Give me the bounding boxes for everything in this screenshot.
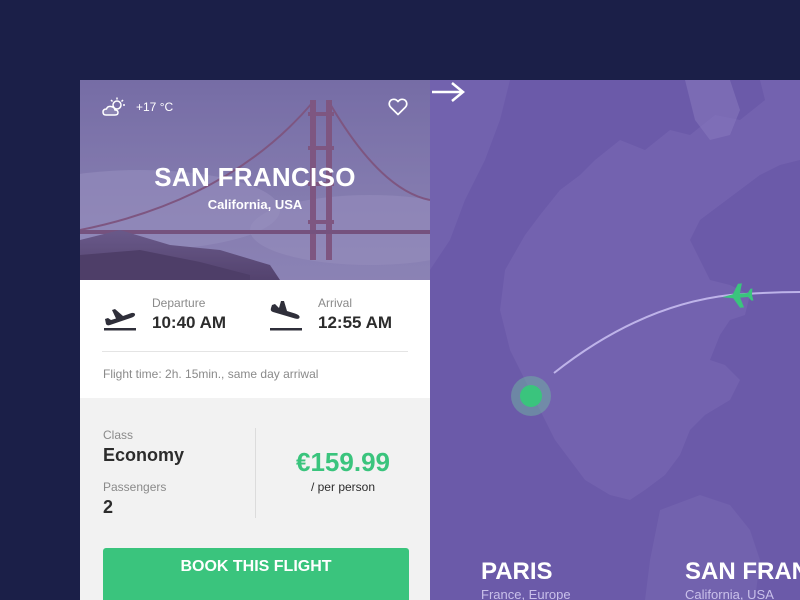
divider [102, 351, 408, 352]
world-map [430, 80, 800, 600]
location-pin [520, 385, 542, 407]
departure-label: Departure [152, 296, 206, 310]
price-value: €159.99 [296, 447, 390, 477]
destination-region: California, USA [207, 197, 303, 212]
takeoff-icon [104, 308, 136, 330]
alaska-landmass [430, 80, 510, 270]
landing-icon [270, 300, 302, 330]
arrival-label: Arrival [318, 296, 353, 310]
class-label: Class [103, 428, 134, 442]
route-origin-city: PARIS [481, 558, 553, 585]
arrow-right-icon [432, 82, 465, 102]
flight-time-text: Flight time: 2h. 15min., same day arriwa… [103, 367, 319, 381]
passengers-value: 2 [103, 497, 114, 517]
booking-details: Class Economy Passengers 2 €159.99 / per… [80, 398, 430, 600]
departure-block: Departure 10:40 AM [102, 296, 226, 333]
departure-time: 10:40 AM [152, 313, 227, 332]
route-destination-region: California, USA [685, 587, 774, 600]
destination-city: SAN FRANCISO [154, 162, 356, 192]
passengers-label: Passengers [103, 480, 167, 494]
class-value: Economy [103, 445, 185, 465]
route-origin-region: France, Europe [481, 587, 571, 600]
favorite-button[interactable] [388, 98, 408, 121]
temperature-text: +17 °C [136, 100, 174, 114]
flight-times: Departure 10:40 AM Arrival 12:55 AM Flig… [80, 280, 430, 398]
price-note: / per person [310, 480, 376, 494]
north-america-landmass [500, 80, 800, 500]
book-flight-button[interactable]: BOOK THIS FLIGHT [103, 548, 409, 600]
flight-card: +17 °C SAN FRANCISO California, USA Depa… [80, 80, 430, 600]
arrival-block: Arrival 12:55 AM [268, 296, 392, 333]
heart-icon [388, 98, 408, 116]
route-map: PARIS France, Europe SAN FRANCISO Califo… [430, 80, 800, 600]
arrival-time: 12:55 AM [318, 313, 393, 332]
destination-hero: +17 °C SAN FRANCISO California, USA [80, 80, 430, 280]
route-destination-city: SAN FRANCISO [685, 558, 800, 585]
weather-widget: +17 °C [102, 97, 173, 117]
partly-cloudy-icon [102, 97, 125, 116]
